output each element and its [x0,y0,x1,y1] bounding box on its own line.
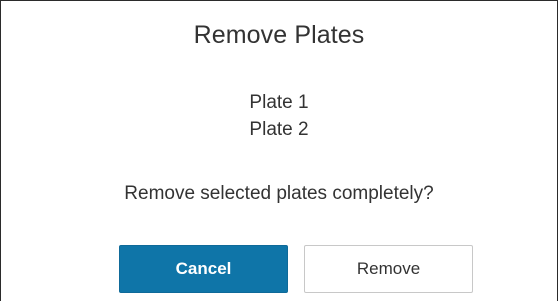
remove-button[interactable]: Remove [304,245,473,293]
remove-plates-dialog: Remove Plates Plate 1 Plate 2 Remove sel… [0,0,558,301]
dialog-title: Remove Plates [193,21,365,49]
list-item-plate: Plate 1 [249,92,309,113]
plate-list: Plate 1 Plate 2 [1,89,557,143]
confirmation-question: Remove selected plates completely? [124,183,434,204]
cancel-button[interactable]: Cancel [119,245,288,293]
list-item-plate: Plate 2 [249,119,309,140]
